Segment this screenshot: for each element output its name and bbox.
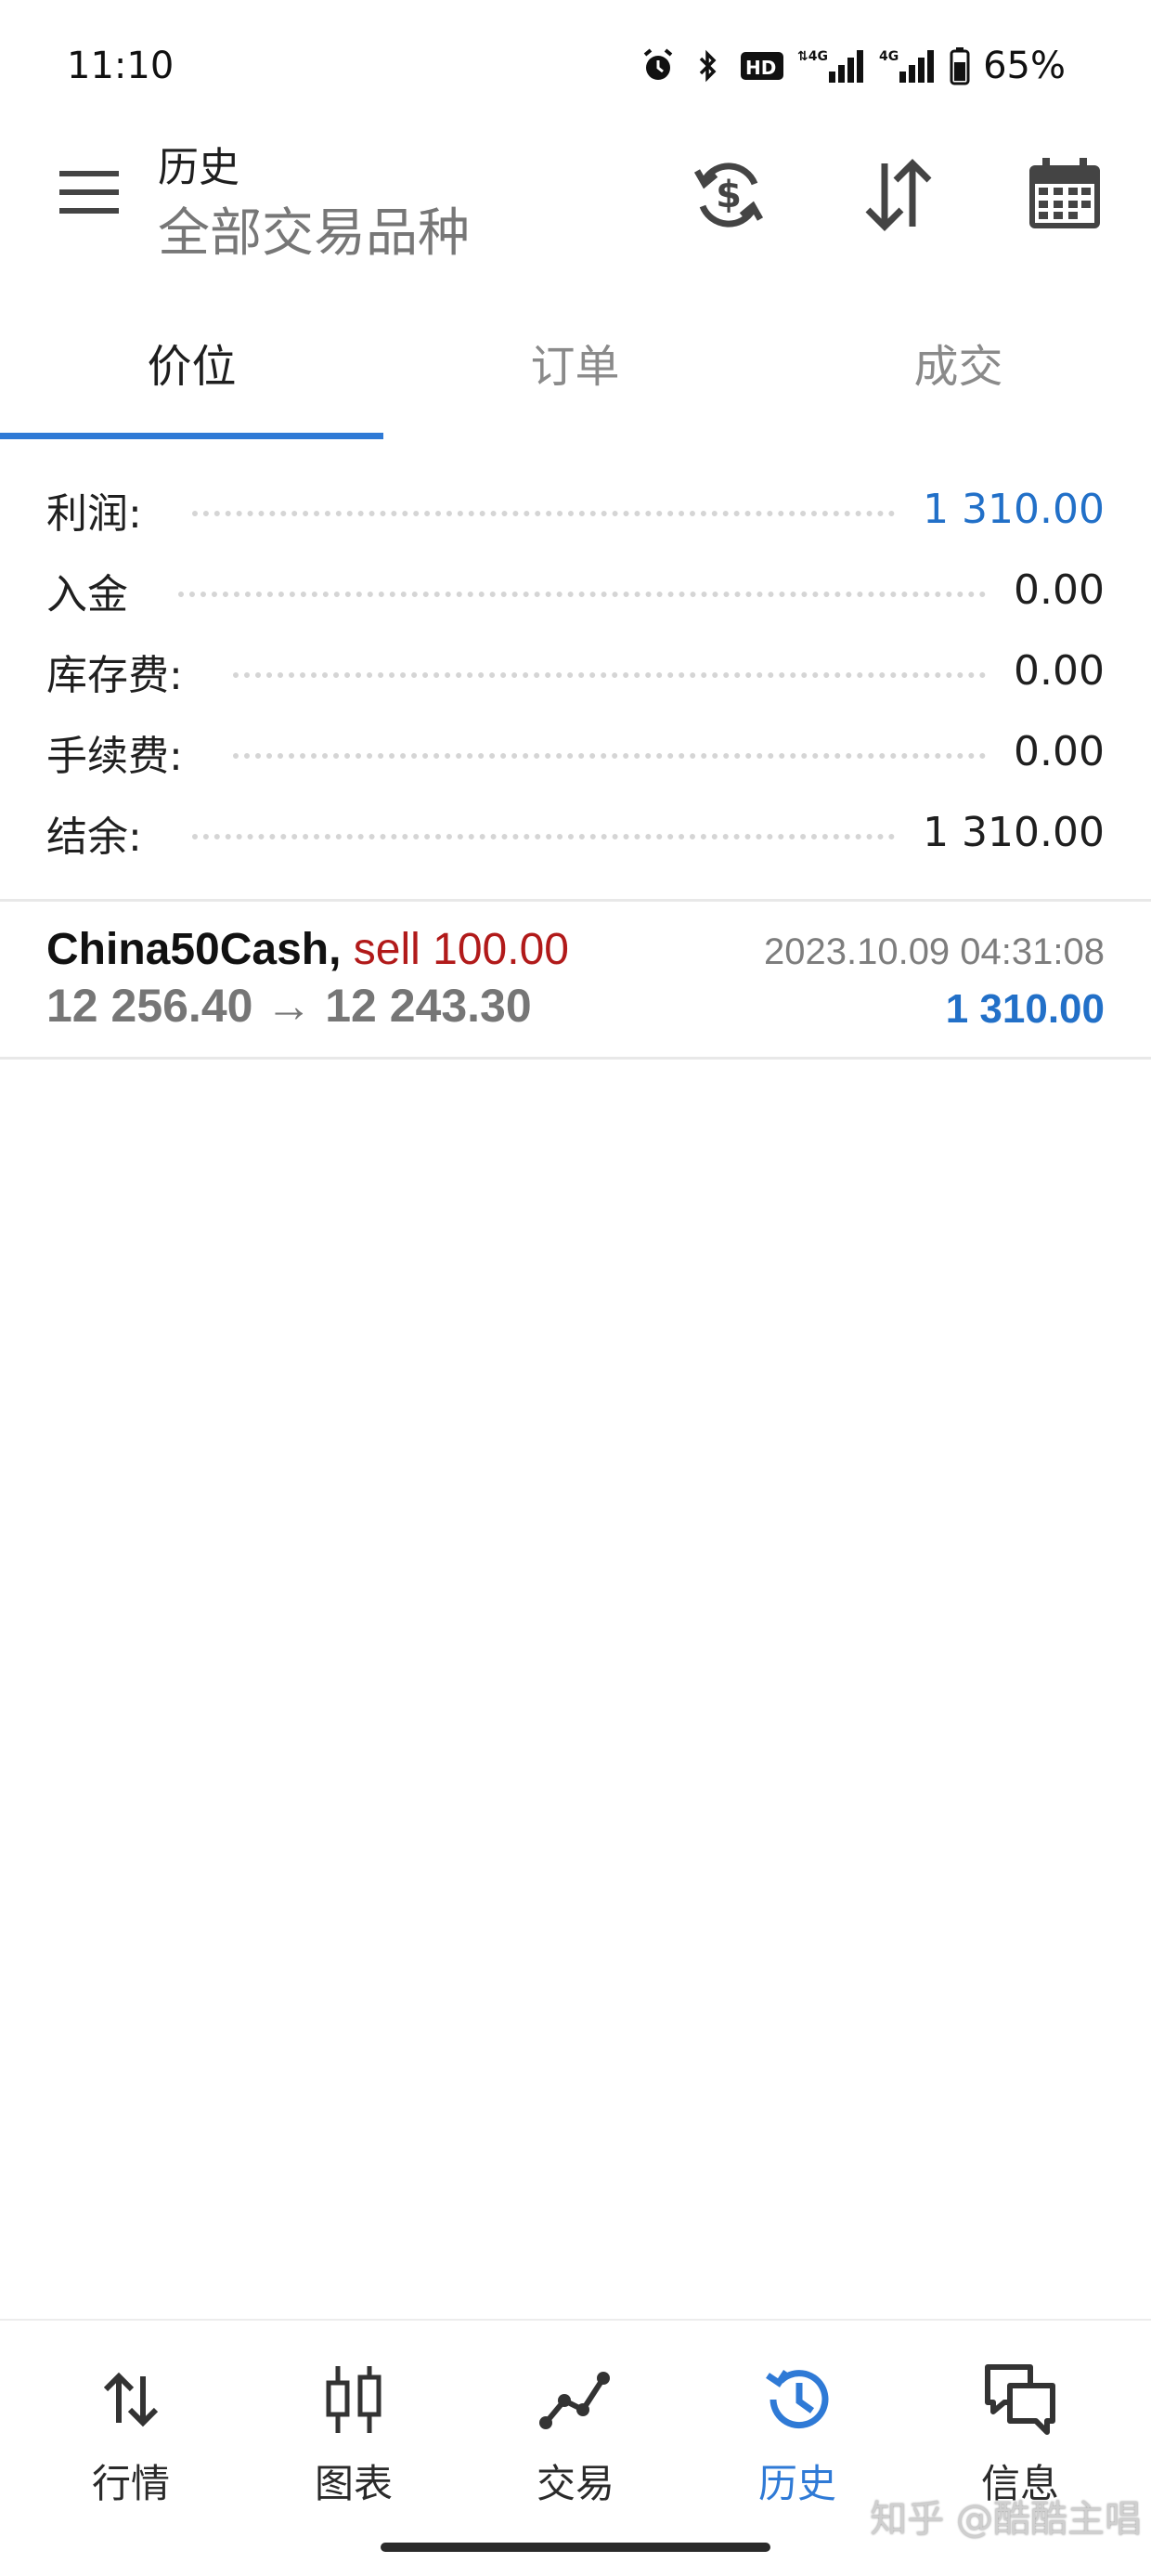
divider: [0, 1057, 1151, 1060]
summary-row-profit: 利润: 1 310.00: [46, 469, 1105, 550]
deal-type: sell 100.00: [353, 925, 569, 974]
quotes-arrows-icon: [103, 2372, 159, 2427]
dotted-leader: [191, 833, 896, 839]
summary-row-balance: 结余: 1 310.00: [46, 792, 1105, 873]
nav-label: 行情: [91, 2461, 170, 2506]
tab-positions[interactable]: 价位: [0, 306, 383, 418]
summary-label: 利润:: [46, 479, 164, 540]
nav-item-trade[interactable]: 交易: [501, 2358, 650, 2509]
summary-label: 库存费:: [46, 641, 205, 701]
summary-row-deposit: 入金 0.00: [46, 550, 1105, 631]
bluetooth-icon: [699, 49, 717, 83]
page-title: 历史: [158, 144, 239, 191]
dotted-leader: [178, 591, 987, 597]
signal-4g-icon-2: 4G: [879, 49, 935, 83]
summary-label: 手续费:: [46, 722, 205, 782]
dotted-leader: [232, 752, 987, 759]
summary-value: 0.00: [1014, 566, 1105, 614]
symbol-filter[interactable]: 全部交易品种: [158, 191, 470, 267]
active-tab-indicator: [0, 433, 383, 439]
alarm-icon: [643, 48, 673, 80]
deal-time: 2023.10.09 04:31:08: [763, 931, 1105, 972]
dollar-refresh-icon: $: [693, 163, 764, 228]
messages-icon: [985, 2364, 1055, 2435]
svg-text:4G: 4G: [879, 49, 899, 64]
summary-row-swap: 库存费: 0.00: [46, 631, 1105, 711]
sort-arrows-icon: [865, 159, 932, 231]
summary-row-commission: 手续费: 0.00: [46, 711, 1105, 792]
nav-label: 图表: [314, 2461, 393, 2506]
status-icons: HD ⇅4G 4G 65%: [640, 45, 1066, 87]
nav-label: 交易: [536, 2461, 614, 2506]
dotted-leader: [191, 510, 896, 516]
divider: [0, 899, 1151, 902]
svg-text:HD: HD: [745, 57, 776, 79]
home-indicator[interactable]: [381, 2543, 770, 2552]
summary-value: 1 310.00: [923, 486, 1105, 533]
tab-orders[interactable]: 订单: [383, 306, 767, 418]
nav-label: 历史: [757, 2461, 836, 2506]
svg-text:$: $: [716, 174, 742, 216]
battery-icon: [950, 47, 970, 85]
summary-block: 利润: 1 310.00 入金 0.00 库存费: 0.00 手续费: 0.00…: [46, 469, 1105, 873]
deal-symbol-line: China50Cash, sell 100.00: [46, 924, 569, 975]
signal-4g-icon: ⇅4G: [797, 49, 864, 83]
deal-symbol: China50Cash,: [46, 925, 342, 974]
hd-icon: HD: [741, 52, 784, 80]
deal-profit: 1 310.00: [945, 986, 1105, 1032]
calendar-button[interactable]: [1018, 149, 1111, 241]
summary-value: 0.00: [1014, 728, 1105, 775]
sort-button[interactable]: [851, 149, 944, 241]
status-time: 11:10: [67, 45, 175, 87]
tab-deals[interactable]: 成交: [767, 306, 1150, 418]
summary-value: 0.00: [1014, 647, 1105, 695]
battery-level: 65%: [983, 45, 1066, 87]
candlestick-chart-icon: [326, 2366, 382, 2433]
nav-item-messages[interactable]: 信息: [946, 2358, 1094, 2509]
menu-button[interactable]: [58, 165, 123, 221]
dotted-leader: [232, 671, 987, 678]
history-tabs: 价位 订单 成交: [0, 306, 1151, 436]
nav-item-history[interactable]: 历史: [723, 2358, 872, 2509]
svg-text:⇅4G: ⇅4G: [797, 49, 828, 64]
hamburger-menu-icon: [59, 171, 119, 214]
nav-item-quotes[interactable]: 行情: [57, 2358, 205, 2509]
history-clock-icon: [766, 2370, 829, 2429]
summary-label: 入金: [46, 560, 150, 620]
summary-label: 结余:: [46, 802, 164, 863]
deal-prices: 12 256.40 → 12 243.30: [46, 980, 532, 1032]
nav-item-chart[interactable]: 图表: [279, 2358, 428, 2509]
calendar-icon: [1029, 158, 1100, 228]
currency-sync-button[interactable]: $: [682, 149, 775, 241]
trade-line-icon: [539, 2372, 610, 2429]
watermark: 知乎 @酷酷主唱: [870, 2498, 1142, 2541]
summary-value: 1 310.00: [923, 809, 1105, 856]
